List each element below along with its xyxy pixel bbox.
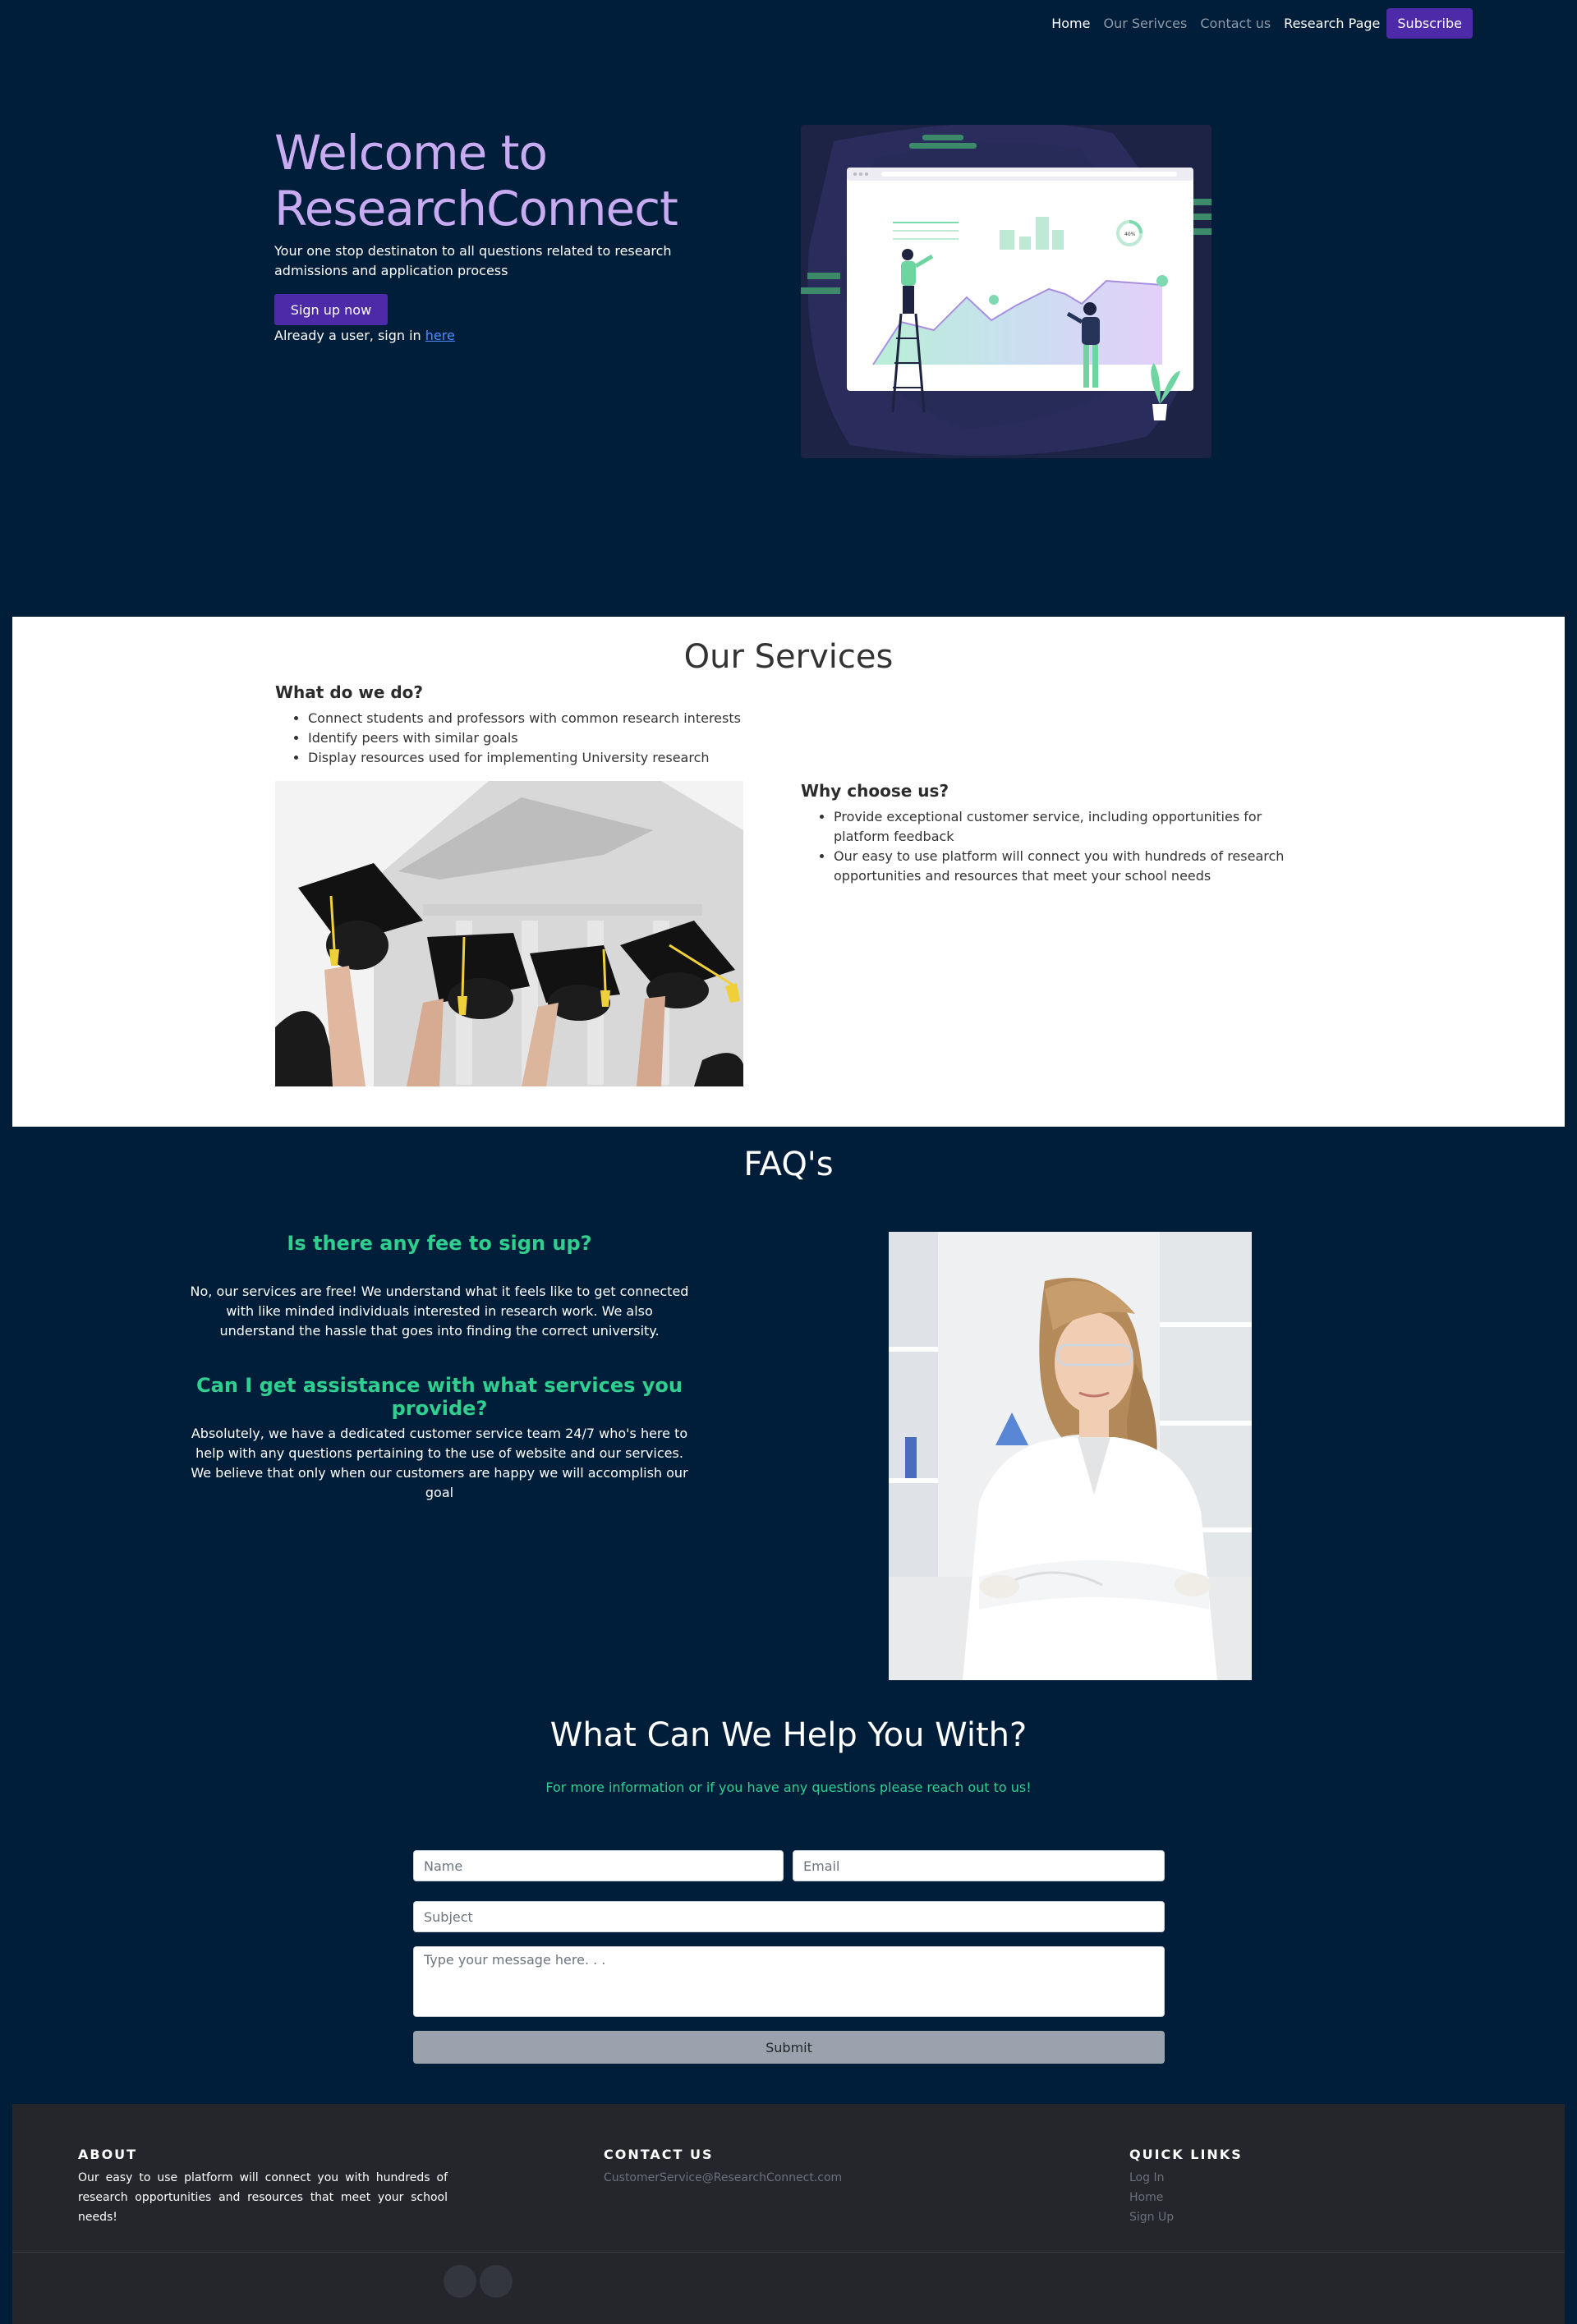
sign-in-prompt: Already a user, sign in here xyxy=(274,326,455,346)
footer-contact-heading: CONTACT US xyxy=(604,2147,714,2162)
hero-subtitle: Your one stop destinaton to all question… xyxy=(274,243,672,278)
help-subtitle: For more information or if you have any … xyxy=(545,1780,1032,1795)
social-icon[interactable] xyxy=(480,2265,513,2298)
faq-title: FAQ's xyxy=(743,1146,834,1183)
what-do-we-do-heading: What do we do? xyxy=(275,682,423,702)
subject-field[interactable] xyxy=(413,1901,1165,1932)
scientist-image xyxy=(889,1232,1252,1680)
hero-title: Welcome to ResearchConnect xyxy=(274,125,678,237)
social-icon[interactable] xyxy=(444,2265,476,2298)
nav-our-services[interactable]: Our Serivces xyxy=(1097,16,1193,31)
list-item: Display resources used for implementing … xyxy=(308,748,768,768)
nav-contact-us[interactable]: Contact us xyxy=(1193,16,1277,31)
top-navbar: Home Our Serivces Contact us Research Pa… xyxy=(0,0,1577,46)
analytics-illustration: 40% xyxy=(801,125,1211,456)
footer-divider xyxy=(12,2252,1565,2253)
list-item: Provide exceptional customer service, in… xyxy=(834,807,1294,847)
footer: ABOUT Our easy to use platform will conn… xyxy=(12,2104,1565,2324)
faq-question: Is there any fee to sign up? xyxy=(287,1232,592,1255)
footer-contact-email[interactable]: CustomerService@ResearchConnect.com xyxy=(604,2168,842,2188)
footer-about-text: Our easy to use platform will connect yo… xyxy=(78,2171,448,2224)
list-item: Connect students and professors with com… xyxy=(308,709,768,728)
list-item: Our easy to use platform will connect yo… xyxy=(834,847,1294,886)
services-section: Our Services What do we do? Connect stud… xyxy=(12,617,1565,1127)
sign-in-here-link[interactable]: here xyxy=(425,328,455,343)
services-title: Our Services xyxy=(683,638,894,676)
hero-illustration: 40% xyxy=(801,125,1211,458)
faq-question: Can I get assistance with what services … xyxy=(196,1374,683,1420)
footer-link-log-in[interactable]: Log In xyxy=(1129,2168,1164,2188)
graduation-caps-photo xyxy=(275,781,743,1086)
nav-home[interactable]: Home xyxy=(1045,16,1097,31)
sign-up-now-button[interactable]: Sign up now xyxy=(274,294,388,325)
list-item: Identify peers with similar goals xyxy=(308,728,768,748)
what-we-do-list: Connect students and professors with com… xyxy=(308,709,768,768)
why-choose-us-list: Provide exceptional customer service, in… xyxy=(834,807,1294,886)
scientist-photo xyxy=(889,1232,1252,1680)
footer-quick-links-heading: QUICK LINKS xyxy=(1129,2147,1243,2162)
footer-link-sign-up[interactable]: Sign Up xyxy=(1129,2207,1174,2227)
subscribe-button[interactable]: Subscribe xyxy=(1386,7,1473,39)
name-field[interactable] xyxy=(413,1850,784,1881)
faq-answer: Absolutely, we have a dedicated customer… xyxy=(191,1426,688,1500)
footer-link-home[interactable]: Home xyxy=(1129,2188,1163,2207)
footer-about-heading: ABOUT xyxy=(78,2147,138,2162)
email-field[interactable] xyxy=(793,1850,1165,1881)
faq-answer: No, our services are free! We understand… xyxy=(190,1284,689,1339)
message-field[interactable] xyxy=(413,1946,1165,2017)
sign-in-prompt-text: Already a user, sign in xyxy=(274,328,425,343)
nav-research-page[interactable]: Research Page xyxy=(1277,16,1386,31)
submit-button[interactable]: Submit xyxy=(413,2031,1165,2064)
graduation-caps-image xyxy=(275,781,743,1086)
why-choose-us-heading: Why choose us? xyxy=(801,781,949,801)
help-title: What Can We Help You With? xyxy=(549,1716,1028,1754)
svg-text:40%: 40% xyxy=(1124,232,1136,237)
